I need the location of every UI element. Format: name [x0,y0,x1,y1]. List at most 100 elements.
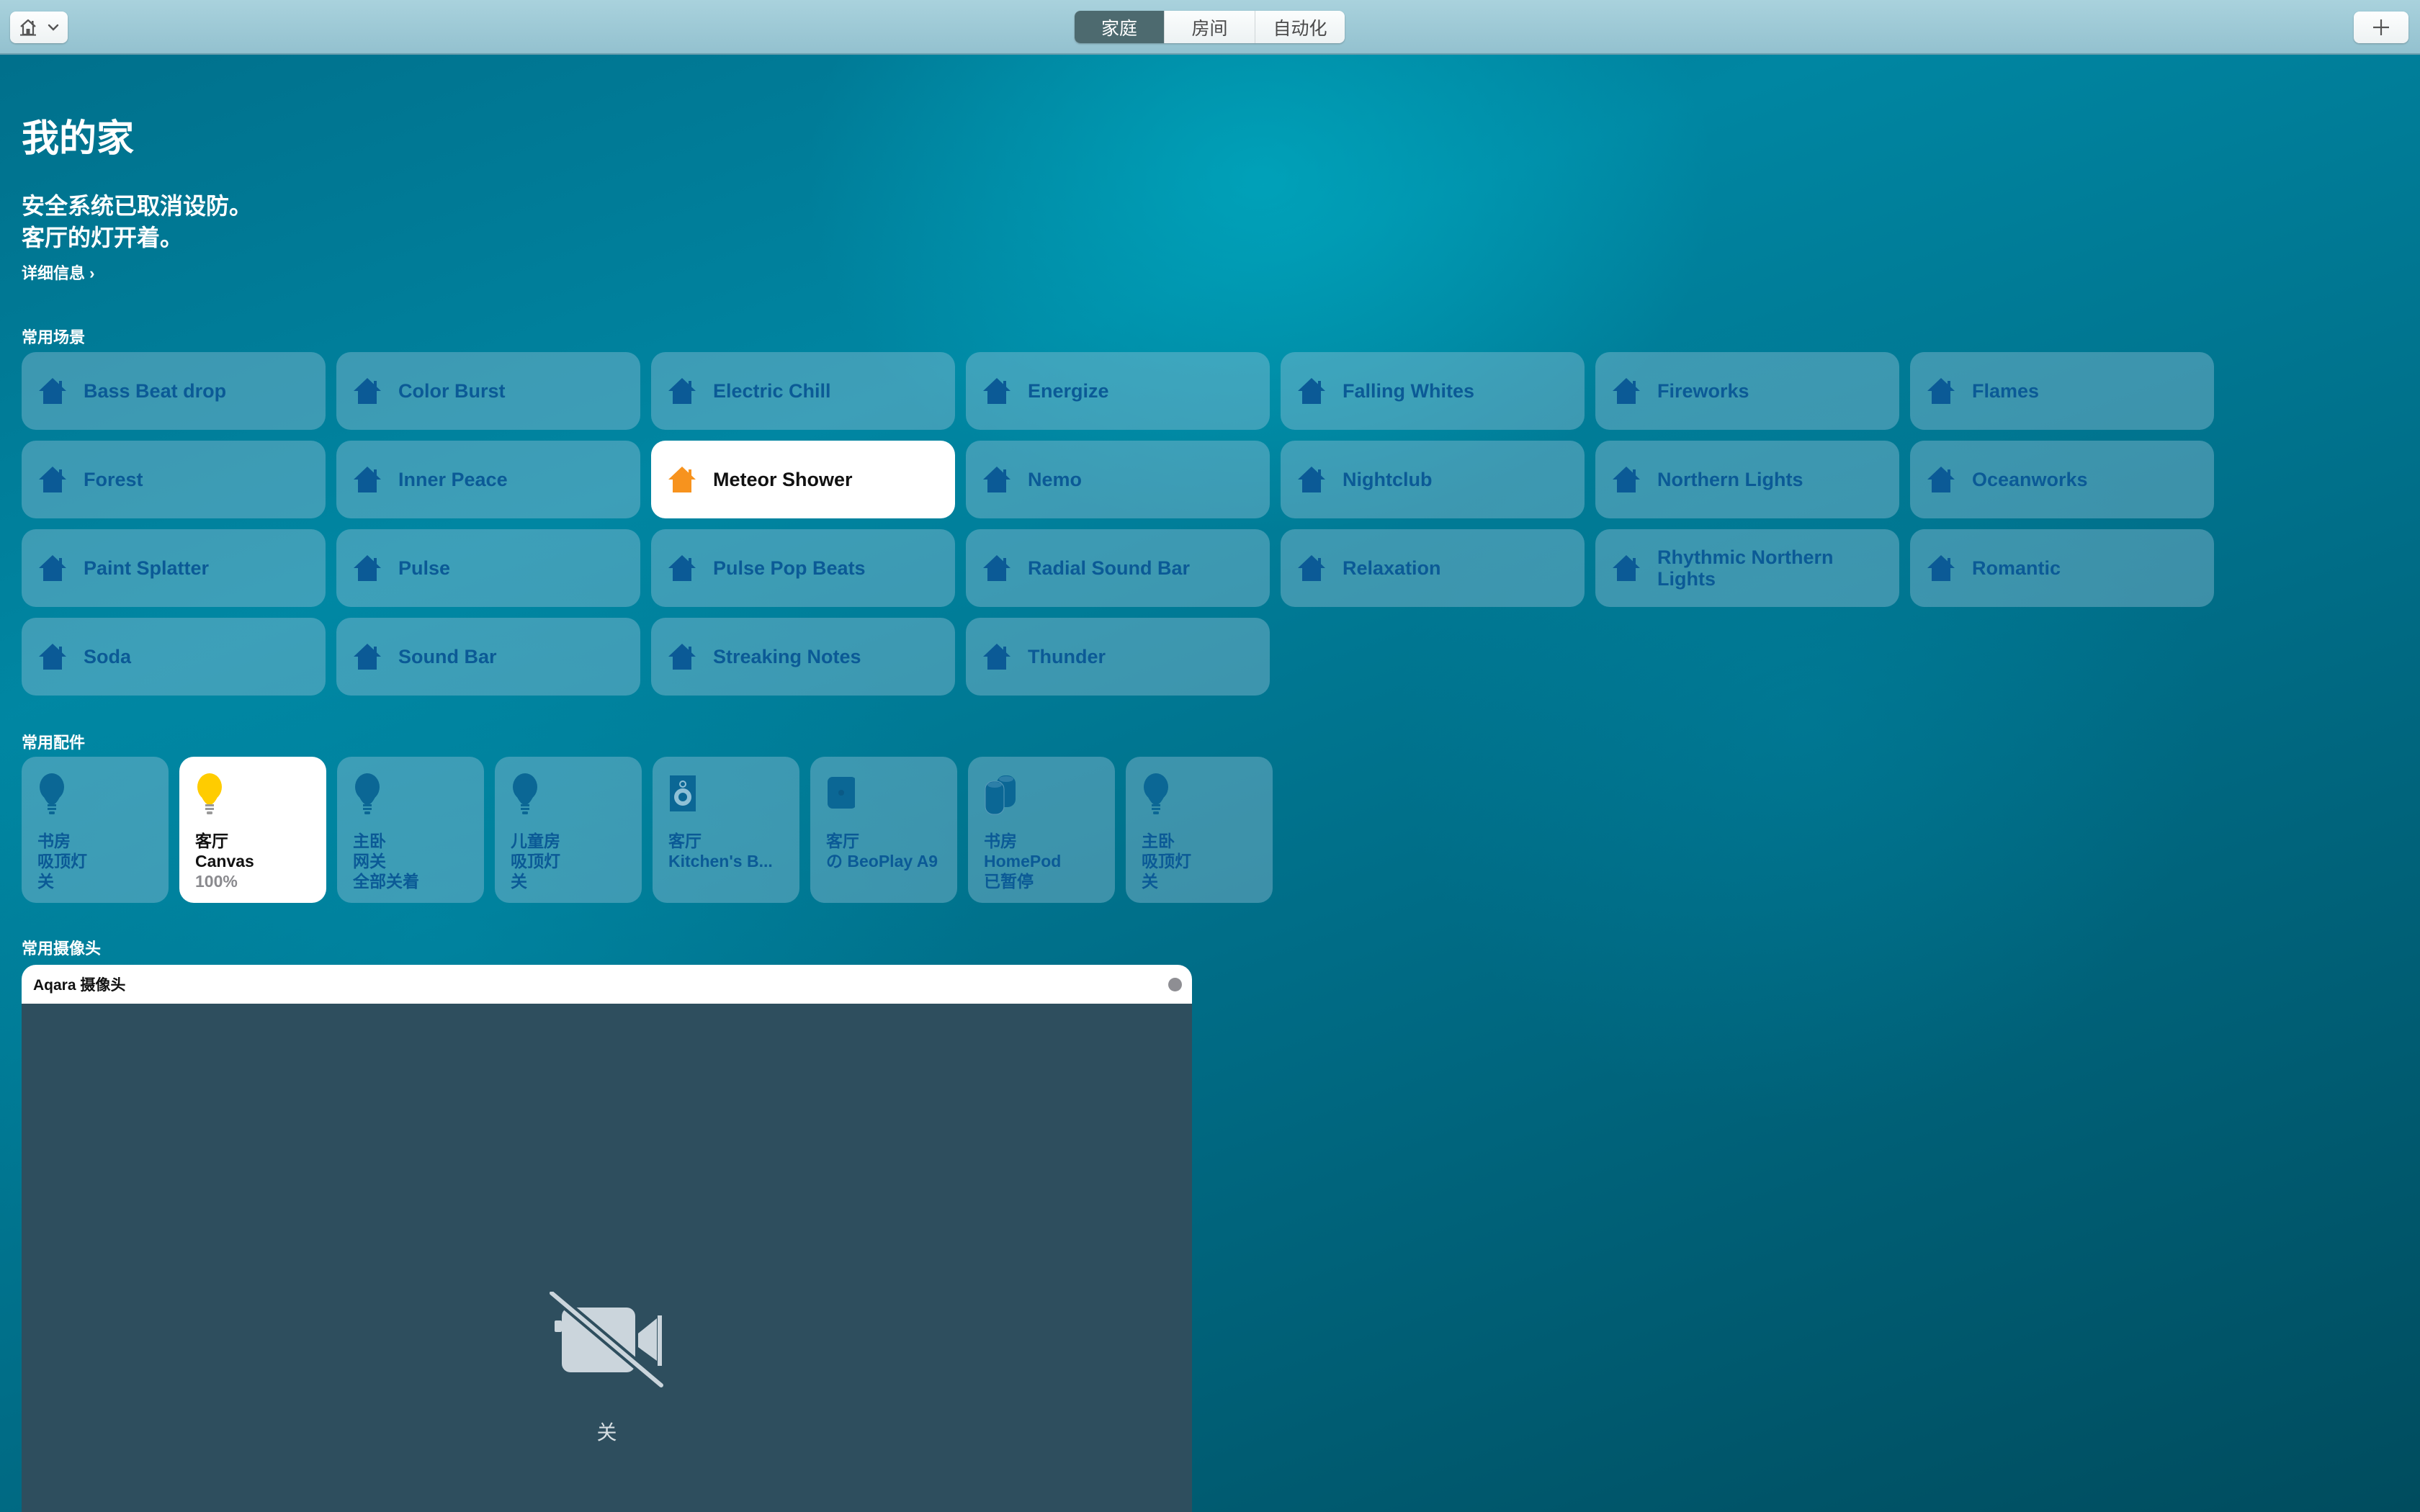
accessory-tile[interactable]: 客厅の BeoPlay A9 [810,757,957,903]
scene-label: Northern Lights [1657,469,1803,490]
tab-home[interactable]: 家庭 [1075,11,1164,43]
scene-label: Electric Chill [713,380,831,402]
accessory-tile[interactable]: 主卧 吸顶灯关 [1126,757,1273,903]
house-icon [983,467,1010,492]
accessory-tile[interactable]: 书房 吸顶灯关 [22,757,169,903]
scene-tile[interactable]: Thunder [966,618,1270,696]
accessory-status: 关 [1142,872,1158,891]
add-button[interactable] [2354,12,2408,43]
scenes-section-label: 常用场景 [22,328,86,346]
accessories-section-label: 常用配件 [22,734,86,752]
scene-tile[interactable]: Fireworks [1595,352,1899,430]
accessory-room: 客厅 [826,832,859,850]
status-line: 客厅的灯开着。 [22,225,184,251]
house-icon [1298,555,1325,581]
scene-label: Fireworks [1657,380,1749,402]
accessory-text: 主卧 网关 全部关着 [353,831,474,891]
scene-tile[interactable]: Electric Chill [651,352,955,430]
house-icon [354,644,381,670]
accessory-name: Canvas [195,852,254,870]
accessory-status: 关 [37,872,54,891]
cameras-section-label: 常用摄像头 [22,940,102,958]
scene-label: Color Burst [398,380,506,402]
scene-tile[interactable]: Pulse Pop Beats [651,529,955,607]
accessory-text: 儿童房 吸顶灯关 [511,831,632,891]
scene-tile[interactable]: Radial Sound Bar [966,529,1270,607]
scene-tile[interactable]: Pulse [336,529,640,607]
accessory-status [826,871,947,891]
scene-tile[interactable]: Rhythmic Northern Lights [1595,529,1899,607]
lightbulb-icon [40,773,64,814]
accessory-text: 客厅 Kitchen's B... [668,831,789,891]
apple-tv-icon [828,777,855,809]
scene-label: Meteor Shower [713,469,853,490]
scene-tile[interactable]: Inner Peace [336,441,640,518]
accessory-tile[interactable]: 客厅 Kitchen's B... [653,757,799,903]
scene-label: Pulse [398,557,451,579]
scene-tile[interactable]: Oceanworks [1910,441,2214,518]
scene-label: Oceanworks [1972,469,2088,490]
scene-tile[interactable]: Energize [966,352,1270,430]
camera-name: Aqara 摄像头 [33,977,126,994]
scene-tile[interactable]: Soda [22,618,326,696]
house-icon [983,644,1010,670]
scene-label: Flames [1972,380,2040,402]
scene-tile[interactable]: Nemo [966,441,1270,518]
scene-tile[interactable]: Falling Whites [1281,352,1585,430]
accessory-text: 主卧 吸顶灯关 [1142,831,1263,891]
scene-tile[interactable]: Romantic [1910,529,2214,607]
status-line: 安全系统已取消设防。 [22,193,253,219]
camera-feed[interactable]: 关 [22,1004,1192,1512]
scenes-grid: Bass Beat drop Color Burst Electric Chill E… [22,352,2217,696]
accessory-tile[interactable]: 书房 HomePod 已暂停 [968,757,1115,903]
accessory-tile[interactable]: 主卧 网关 全部关着 [337,757,484,903]
scene-tile[interactable]: Nightclub [1281,441,1585,518]
scene-label: Sound Bar [398,646,497,667]
scene-label: Relaxation [1343,557,1441,579]
accessory-tile[interactable]: 客厅 Canvas 100% [179,757,326,903]
scene-tile[interactable]: Streaking Notes [651,618,955,696]
scene-tile[interactable]: Paint Splatter [22,529,326,607]
accessory-room: 主卧 [1142,832,1175,850]
house-icon [1613,378,1640,404]
scene-tile[interactable]: Meteor Shower [651,441,955,518]
scene-tile[interactable]: Sound Bar [336,618,640,696]
scene-tile[interactable]: Color Burst [336,352,640,430]
house-icon [1298,467,1325,492]
scene-label: Energize [1028,380,1109,402]
scene-label: Rhythmic Northern Lights [1657,546,1834,590]
accessory-text: 书房 吸顶灯关 [37,831,158,891]
scene-label: Inner Peace [398,469,508,490]
scene-tile[interactable]: Bass Beat drop [22,352,326,430]
scene-label: Nemo [1028,469,1083,490]
lightbulb-icon [1144,773,1168,814]
camera-header: Aqara 摄像头 [22,965,1192,1004]
scene-tile[interactable]: Forest [22,441,326,518]
scene-label: Falling Whites [1343,380,1475,402]
house-icon [1927,378,1955,404]
page-title: 我的家 [22,118,135,160]
tab-rooms[interactable]: 房间 [1164,11,1255,43]
accessory-room: 客厅 [668,832,702,850]
accessory-status: 关 [511,872,527,891]
scene-label: Forest [84,469,143,490]
home-status: 安全系统已取消设防。 客厅的灯开着。 [22,190,252,253]
camera-card[interactable]: Aqara 摄像头 关 [22,965,1192,1512]
scene-label: Paint Splatter [84,557,210,579]
lightbulb-icon [197,773,222,814]
accessory-tile[interactable]: 儿童房 吸顶灯关 [495,757,642,903]
scene-label: Streaking Notes [713,646,861,667]
home-menu-button[interactable] [10,12,68,43]
accessory-status: 100% [195,872,238,891]
accessory-name: 吸顶灯 [511,852,560,870]
tab-automation[interactable]: 自动化 [1255,11,1345,43]
accessory-name: Kitchen's B... [668,852,773,870]
scene-label: Nightclub [1343,469,1433,490]
details-link[interactable]: 详细信息 › [22,261,94,284]
video-off-icon [549,1292,664,1390]
camera-status-dot [1168,977,1182,991]
scene-tile[interactable]: Flames [1910,352,2214,430]
scene-tile[interactable]: Relaxation [1281,529,1585,607]
accessory-room: 书房 [37,832,71,850]
scene-tile[interactable]: Northern Lights [1595,441,1899,518]
